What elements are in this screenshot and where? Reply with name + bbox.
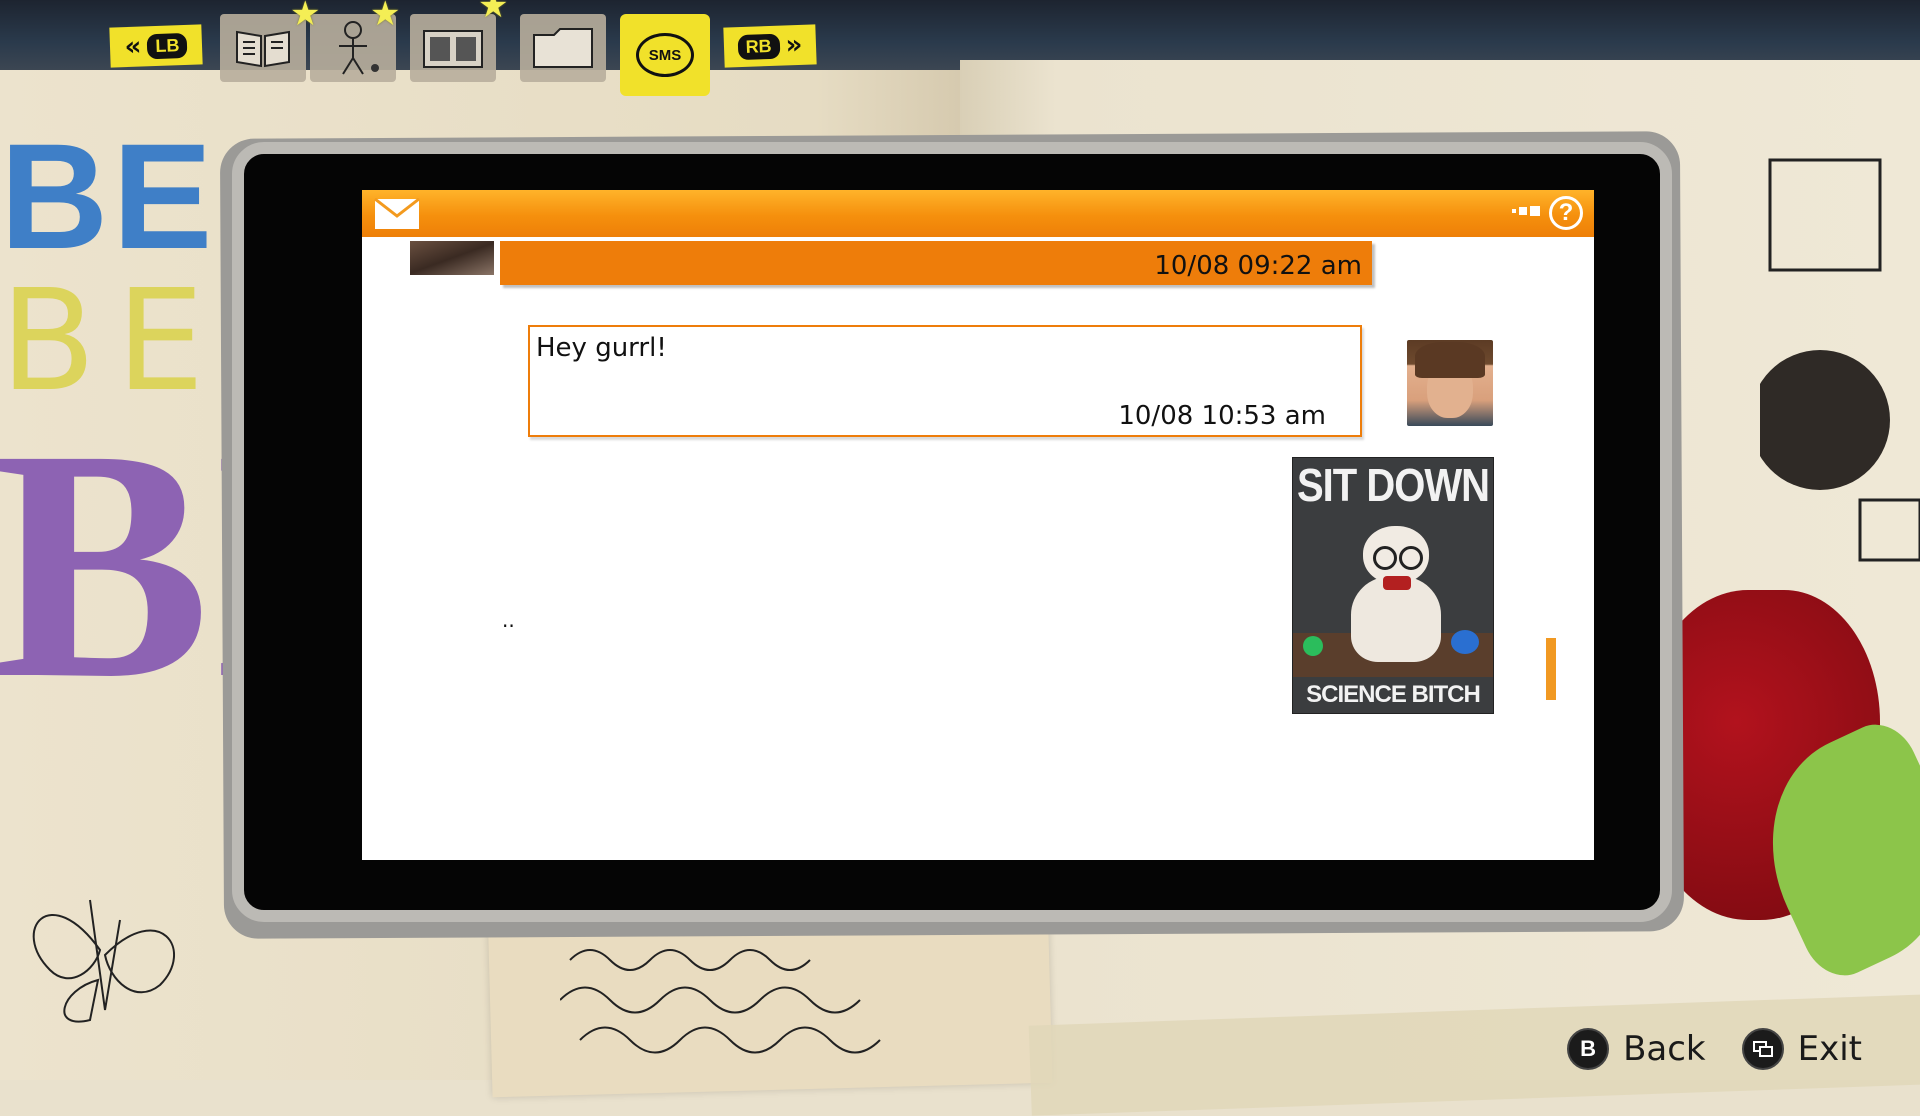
journal-tab-bar: « LB SMS RB » ★ ★ ★	[0, 0, 1920, 96]
message-timestamp: 10/08 10:53 am	[1118, 401, 1326, 431]
handwriting-scribble	[560, 949, 881, 1054]
message-bubble: 10/08 09:22 am	[500, 241, 1372, 285]
b-button-icon[interactable]: B	[1567, 1028, 1610, 1070]
back-prompt-label[interactable]: Back	[1623, 1029, 1706, 1069]
avatar	[1407, 340, 1493, 426]
image-title: SIT DOWN	[1297, 460, 1490, 512]
signal-icon	[1512, 206, 1540, 216]
button-prompts: B Back Exit	[1567, 1028, 1884, 1070]
lb-label: LB	[146, 32, 188, 59]
rb-label: RB	[737, 33, 781, 60]
documents-tab[interactable]	[520, 14, 606, 82]
help-icon[interactable]: ?	[1549, 196, 1583, 230]
double-chevron-right-icon: »	[785, 29, 803, 61]
star-icon: ★	[370, 0, 401, 34]
double-chevron-left-icon: «	[124, 31, 142, 63]
message-bubble: Hey gurrl! 10/08 10:53 am	[528, 325, 1362, 437]
star-icon: ★	[478, 0, 509, 26]
star-icon: ★	[290, 0, 321, 34]
scrollbar-thumb[interactable]	[1546, 638, 1556, 700]
photo-strip-icon	[423, 30, 483, 68]
view-button-icon[interactable]	[1741, 1028, 1784, 1070]
envelope-icon	[374, 198, 420, 229]
exit-prompt-label[interactable]: Exit	[1798, 1029, 1862, 1069]
collage-word-be-blue: BE	[0, 112, 217, 280]
lb-bumper-button[interactable]: « LB	[109, 24, 203, 68]
avatar	[410, 241, 494, 275]
windows-icon	[1752, 1041, 1773, 1057]
sms-tab[interactable]: SMS	[620, 14, 710, 96]
message-text: Hey gurrl!	[536, 333, 667, 363]
message-timestamp: 10/08 09:22 am	[1154, 251, 1362, 281]
rb-bumper-button[interactable]: RB »	[723, 24, 817, 68]
image-caption: SCIENCE BITCH	[1306, 681, 1481, 708]
image-message: SIT DOWN SCIENCE BITCH	[1292, 457, 1494, 714]
butterfly-doodle-icon	[32, 899, 176, 1023]
typing-indicator: ..	[502, 608, 515, 632]
sms-screen: ? 10/08 09:22 am Hey gurrl! 10/08 10:53 …	[362, 190, 1594, 860]
sms-header-bar: ?	[362, 190, 1594, 237]
folder-icon	[533, 28, 593, 68]
sms-bubble-icon: SMS	[636, 33, 694, 77]
open-book-icon	[236, 30, 290, 68]
